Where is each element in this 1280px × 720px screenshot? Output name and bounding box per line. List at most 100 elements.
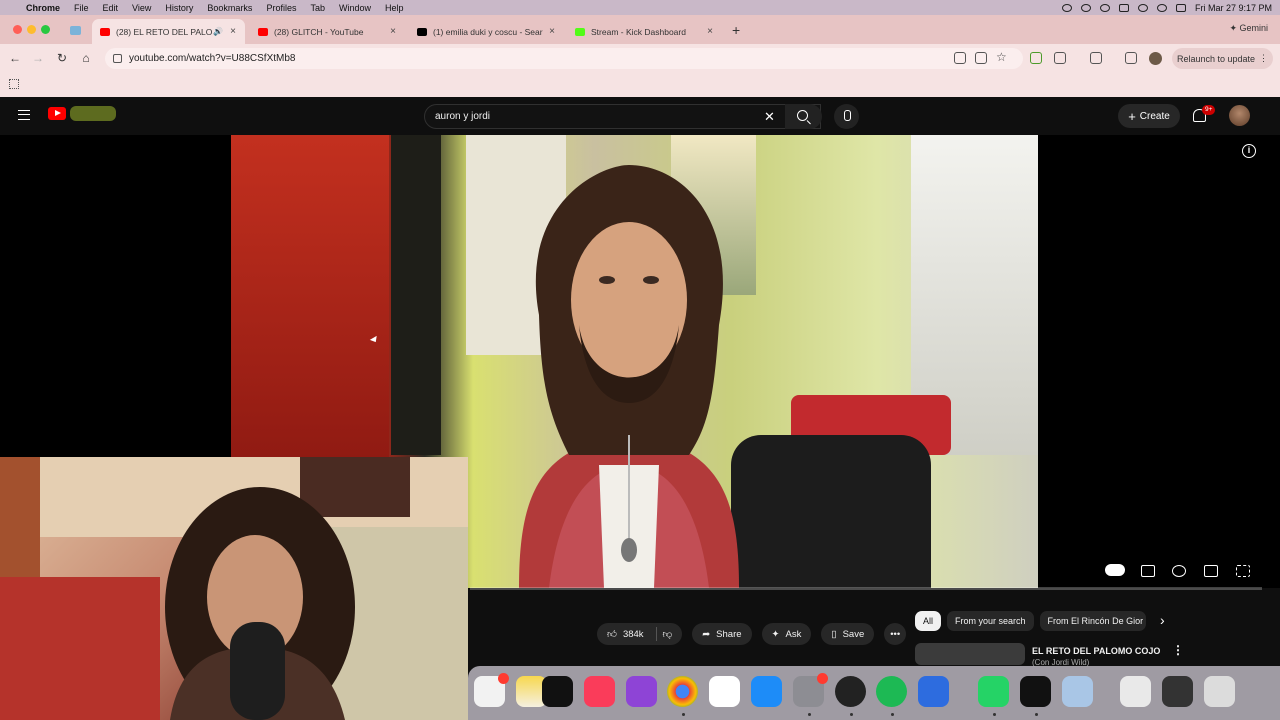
- search-input[interactable]: auron y jordi: [435, 111, 490, 122]
- reminders-app-icon[interactable]: [474, 673, 509, 707]
- address-bar[interactable]: youtube.com/watch?v=U88CSfXtMb8 ☆: [105, 48, 1023, 69]
- preview-app-icon[interactable]: [1062, 676, 1093, 707]
- mic-icon[interactable]: [834, 104, 859, 129]
- chevron-right-icon[interactable]: ›: [1160, 612, 1165, 628]
- reload-icon[interactable]: ↻: [54, 50, 70, 66]
- miniplayer-icon[interactable]: [1204, 565, 1218, 577]
- ask-button[interactable]: ✦ Ask: [761, 623, 812, 645]
- create-button[interactable]: + Create: [1118, 104, 1180, 128]
- menu-history[interactable]: History: [165, 3, 193, 13]
- screen-record-icon[interactable]: [1061, 3, 1072, 12]
- control-center-icon[interactable]: [1175, 3, 1186, 12]
- battery-icon[interactable]: [1118, 3, 1129, 12]
- apps-grid-icon[interactable]: [9, 79, 19, 89]
- menu-view[interactable]: View: [132, 3, 151, 13]
- fullscreen-icon[interactable]: [1236, 565, 1250, 577]
- site-info-icon[interactable]: [113, 54, 122, 63]
- forward-icon[interactable]: →: [30, 50, 46, 66]
- more-actions-button[interactable]: •••: [884, 623, 907, 645]
- autoplay-toggle[interactable]: [1105, 564, 1125, 576]
- menubar-clock[interactable]: Fri Mar 27 9:17 PM: [1195, 3, 1272, 13]
- search-box[interactable]: auron y jordi ✕: [424, 104, 821, 129]
- more-vertical-icon[interactable]: ⋮: [1172, 643, 1184, 657]
- gemini-button[interactable]: ✦ Gemini: [1229, 23, 1268, 34]
- video-progress-bar[interactable]: [470, 587, 1262, 590]
- chip-from-channel[interactable]: From El Rincón De Gior: [1039, 611, 1146, 631]
- status-icon[interactable]: [1080, 3, 1091, 12]
- notification-badge: 9+: [1202, 105, 1216, 115]
- capcut-app-icon[interactable]: [1020, 676, 1051, 707]
- menu-file[interactable]: File: [74, 3, 89, 13]
- whatsapp-app-icon[interactable]: [978, 676, 1009, 707]
- minimize-window-button[interactable]: [27, 25, 36, 34]
- recent-document-icon[interactable]: [1120, 676, 1151, 707]
- avatar[interactable]: [1229, 105, 1250, 126]
- zoom-window-button[interactable]: [41, 25, 50, 34]
- news-app-icon[interactable]: [709, 676, 740, 707]
- info-icon[interactable]: i: [1242, 144, 1256, 158]
- thumbs-down-icon[interactable]: 👎︎: [663, 628, 673, 640]
- running-indicator: [850, 713, 853, 716]
- close-window-button[interactable]: [13, 25, 22, 34]
- menu-tab[interactable]: Tab: [310, 3, 325, 13]
- close-tab-icon[interactable]: ×: [387, 26, 399, 37]
- new-tab-icon[interactable]: +: [732, 22, 740, 38]
- menu-help[interactable]: Help: [385, 3, 404, 13]
- save-button[interactable]: ▯ Save: [821, 623, 875, 645]
- menu-app-name[interactable]: Chrome: [26, 3, 60, 13]
- tab-x-search[interactable]: (1) emilia duki y coscu - Sear ×: [409, 19, 564, 44]
- close-tab-icon[interactable]: ×: [227, 26, 239, 37]
- side-panel-icon[interactable]: [1090, 52, 1102, 64]
- chip-all[interactable]: All: [915, 611, 942, 631]
- recommendation-title[interactable]: EL RETO DEL PALOMO COJO: [1032, 646, 1164, 656]
- extensions-puzzle-icon[interactable]: [1054, 52, 1066, 64]
- close-tab-icon[interactable]: ×: [546, 26, 558, 37]
- extension-icon[interactable]: [1030, 52, 1042, 64]
- menu-profiles[interactable]: Profiles: [266, 3, 296, 13]
- wifi-icon[interactable]: [1137, 3, 1148, 12]
- subtitles-icon[interactable]: [1141, 565, 1155, 577]
- podcasts-app-icon[interactable]: [626, 676, 657, 707]
- search-icon[interactable]: [785, 104, 822, 129]
- play-icon[interactable]: [1099, 3, 1110, 12]
- youtube-doodle-logo[interactable]: [70, 106, 116, 121]
- recommendation-thumbnail[interactable]: [915, 643, 1025, 665]
- share-button[interactable]: ➦ Share: [692, 623, 752, 645]
- chip-from-your-search[interactable]: From your search: [947, 611, 1034, 631]
- audio-playing-icon[interactable]: 🔊: [213, 27, 223, 36]
- youtube-logo[interactable]: [48, 107, 66, 120]
- menu-edit[interactable]: Edit: [103, 3, 119, 13]
- chrome-app-icon[interactable]: [667, 676, 698, 707]
- obs-app-icon[interactable]: [835, 676, 866, 707]
- tab-group-icon[interactable]: [70, 26, 81, 35]
- settings-gear-icon[interactable]: [1172, 565, 1186, 577]
- roblox-app-icon[interactable]: [918, 676, 949, 707]
- system-settings-icon[interactable]: [793, 673, 828, 707]
- clear-search-icon[interactable]: ✕: [764, 109, 775, 125]
- relaunch-button[interactable]: Relaunch to update ⋮: [1172, 48, 1273, 69]
- tab-kick-dashboard[interactable]: Stream - Kick Dashboard ×: [567, 19, 722, 44]
- bookmark-star-icon[interactable]: ☆: [996, 50, 1007, 64]
- like-button[interactable]: 👍︎ 384k 👎︎: [597, 623, 683, 645]
- hamburger-icon[interactable]: [18, 110, 30, 120]
- spotlight-icon[interactable]: [1156, 3, 1167, 12]
- menu-bookmarks[interactable]: Bookmarks: [207, 3, 252, 13]
- back-icon[interactable]: ←: [7, 50, 23, 66]
- translate-icon[interactable]: [954, 52, 966, 64]
- tab-el-reto[interactable]: (28) EL RETO DEL PALOM 🔊 ×: [92, 19, 245, 44]
- menu-window[interactable]: Window: [339, 3, 371, 13]
- apple-tv-app-icon[interactable]: [542, 676, 573, 707]
- address-url[interactable]: youtube.com/watch?v=U88CSfXtMb8: [129, 53, 295, 64]
- profile-avatar[interactable]: [1149, 52, 1162, 65]
- recent-window-icon[interactable]: [1162, 676, 1193, 707]
- reading-list-icon[interactable]: [1125, 52, 1137, 64]
- cast-icon[interactable]: [975, 52, 987, 64]
- sparkle-icon: ✦: [771, 628, 780, 640]
- spotify-app-icon[interactable]: [876, 676, 907, 707]
- tab-glitch[interactable]: (28) GLITCH - YouTube ×: [250, 19, 405, 44]
- music-app-icon[interactable]: [584, 676, 615, 707]
- home-icon[interactable]: ⌂: [78, 50, 94, 66]
- close-tab-icon[interactable]: ×: [704, 26, 716, 37]
- trash-icon[interactable]: [1204, 676, 1235, 707]
- app-store-icon[interactable]: [751, 676, 782, 707]
